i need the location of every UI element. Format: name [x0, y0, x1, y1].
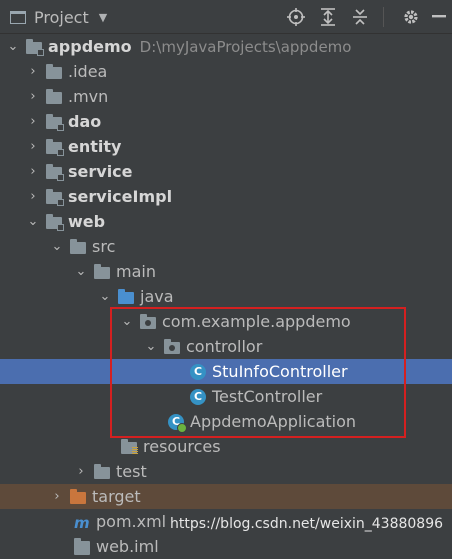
package-icon — [164, 338, 180, 354]
chevron-right-icon[interactable]: › — [26, 89, 40, 104]
tree-node-main[interactable]: ⌄ main — [0, 259, 452, 284]
resources-folder-icon — [121, 438, 138, 455]
chevron-right-icon[interactable]: › — [26, 114, 40, 129]
module-folder-icon — [46, 163, 64, 181]
tree-node-webiml[interactable]: web.iml — [0, 534, 452, 559]
source-folder-icon — [118, 288, 134, 304]
tree-node-appdemo[interactable]: ⌄ appdemo D:\myJavaProjects\appdemo — [0, 34, 452, 59]
chevron-down-icon[interactable]: ⌄ — [144, 339, 158, 354]
tree-node-idea[interactable]: › .idea — [0, 59, 452, 84]
node-label: serviceImpl — [68, 187, 173, 206]
toolbar-divider — [383, 7, 384, 27]
chevron-down-icon[interactable]: ⌄ — [50, 239, 64, 254]
node-label: com.example.appdemo — [162, 312, 351, 331]
node-label: entity — [68, 137, 122, 156]
chevron-right-icon[interactable]: › — [50, 489, 64, 504]
tree-node-package[interactable]: ⌄ com.example.appdemo — [0, 309, 452, 334]
chevron-right-icon[interactable]: › — [26, 164, 40, 179]
node-label: resources — [143, 437, 221, 456]
chevron-right-icon[interactable]: › — [26, 139, 40, 154]
node-label: AppdemoApplication — [190, 412, 357, 431]
node-label: main — [116, 262, 156, 281]
tree-node-src[interactable]: ⌄ src — [0, 234, 452, 259]
tree-node-mvn[interactable]: › .mvn — [0, 84, 452, 109]
package-icon — [140, 313, 156, 329]
node-label: dao — [68, 112, 102, 131]
excluded-folder-icon — [70, 488, 86, 504]
tree-node-dao[interactable]: › dao — [0, 109, 452, 134]
node-label: src — [92, 237, 116, 256]
module-folder-icon — [46, 113, 64, 131]
chevron-down-icon[interactable]: ⌄ — [74, 264, 88, 279]
tree-node-java[interactable]: ⌄ java — [0, 284, 452, 309]
module-folder-icon — [46, 188, 64, 206]
node-label: target — [92, 487, 141, 506]
chevron-down-icon[interactable]: ⌄ — [120, 314, 134, 329]
chevron-down-icon[interactable]: ▼ — [99, 11, 107, 24]
collapse-all-icon[interactable] — [347, 4, 373, 30]
folder-icon — [94, 463, 110, 479]
project-view-selector[interactable]: Project ▼ — [10, 6, 107, 28]
settings-icon[interactable] — [398, 4, 424, 30]
chevron-down-icon[interactable]: ⌄ — [26, 214, 40, 229]
node-label: web — [68, 212, 106, 231]
folder-icon — [94, 263, 110, 279]
node-label: test — [116, 462, 147, 481]
node-label: .idea — [68, 62, 108, 81]
class-icon: C — [190, 388, 206, 405]
tree-node-resources[interactable]: resources — [0, 434, 452, 459]
tool-window-title: Project — [34, 7, 89, 27]
node-label: appdemo — [48, 37, 132, 56]
node-label: pom.xml — [96, 512, 167, 531]
node-label: StuInfoController — [212, 362, 348, 381]
watermark: https://blog.csdn.net/weixin_43880896 — [170, 516, 444, 532]
node-label: service — [68, 162, 133, 181]
tree-node-controller[interactable]: ⌄ controllor — [0, 334, 452, 359]
node-path: D:\myJavaProjects\appdemo — [139, 37, 352, 56]
node-label: controllor — [186, 337, 263, 356]
tree-node-service[interactable]: › service — [0, 159, 452, 184]
maven-file-icon: m — [74, 513, 90, 532]
chevron-right-icon[interactable]: › — [74, 464, 88, 479]
locate-icon[interactable] — [283, 4, 309, 30]
minimize-icon[interactable] — [426, 4, 452, 30]
folder-icon — [46, 63, 62, 79]
tree-node-target[interactable]: › target — [0, 484, 452, 509]
module-folder-icon — [46, 138, 64, 156]
expand-all-icon[interactable] — [315, 4, 341, 30]
tree-node-appdemoapplication[interactable]: C AppdemoApplication — [0, 409, 452, 434]
node-label: web.iml — [96, 537, 159, 556]
tree-node-web[interactable]: ⌄ web — [0, 209, 452, 234]
class-icon: C — [190, 363, 206, 380]
module-folder-icon — [46, 213, 64, 231]
chevron-down-icon[interactable]: ⌄ — [6, 39, 20, 54]
project-window-icon — [10, 10, 26, 24]
tree-node-stuinfocontroller[interactable]: C StuInfoController — [0, 359, 452, 384]
chevron-right-icon[interactable]: › — [26, 189, 40, 204]
tree-node-test[interactable]: › test — [0, 459, 452, 484]
node-label: java — [140, 287, 174, 306]
folder-icon — [46, 88, 62, 104]
node-label: TestController — [212, 387, 323, 406]
module-file-icon — [74, 537, 90, 555]
tree-node-serviceimpl[interactable]: › serviceImpl — [0, 184, 452, 209]
module-folder-icon — [26, 38, 44, 56]
chevron-right-icon[interactable]: › — [26, 64, 40, 79]
node-label: .mvn — [68, 87, 109, 106]
chevron-down-icon[interactable]: ⌄ — [98, 289, 112, 304]
spring-boot-class-icon: C — [168, 413, 187, 433]
tree-node-testcontroller[interactable]: C TestController — [0, 384, 452, 409]
folder-icon — [70, 238, 86, 254]
tool-window-header: Project ▼ — [0, 0, 452, 34]
tree-node-entity[interactable]: › entity — [0, 134, 452, 159]
